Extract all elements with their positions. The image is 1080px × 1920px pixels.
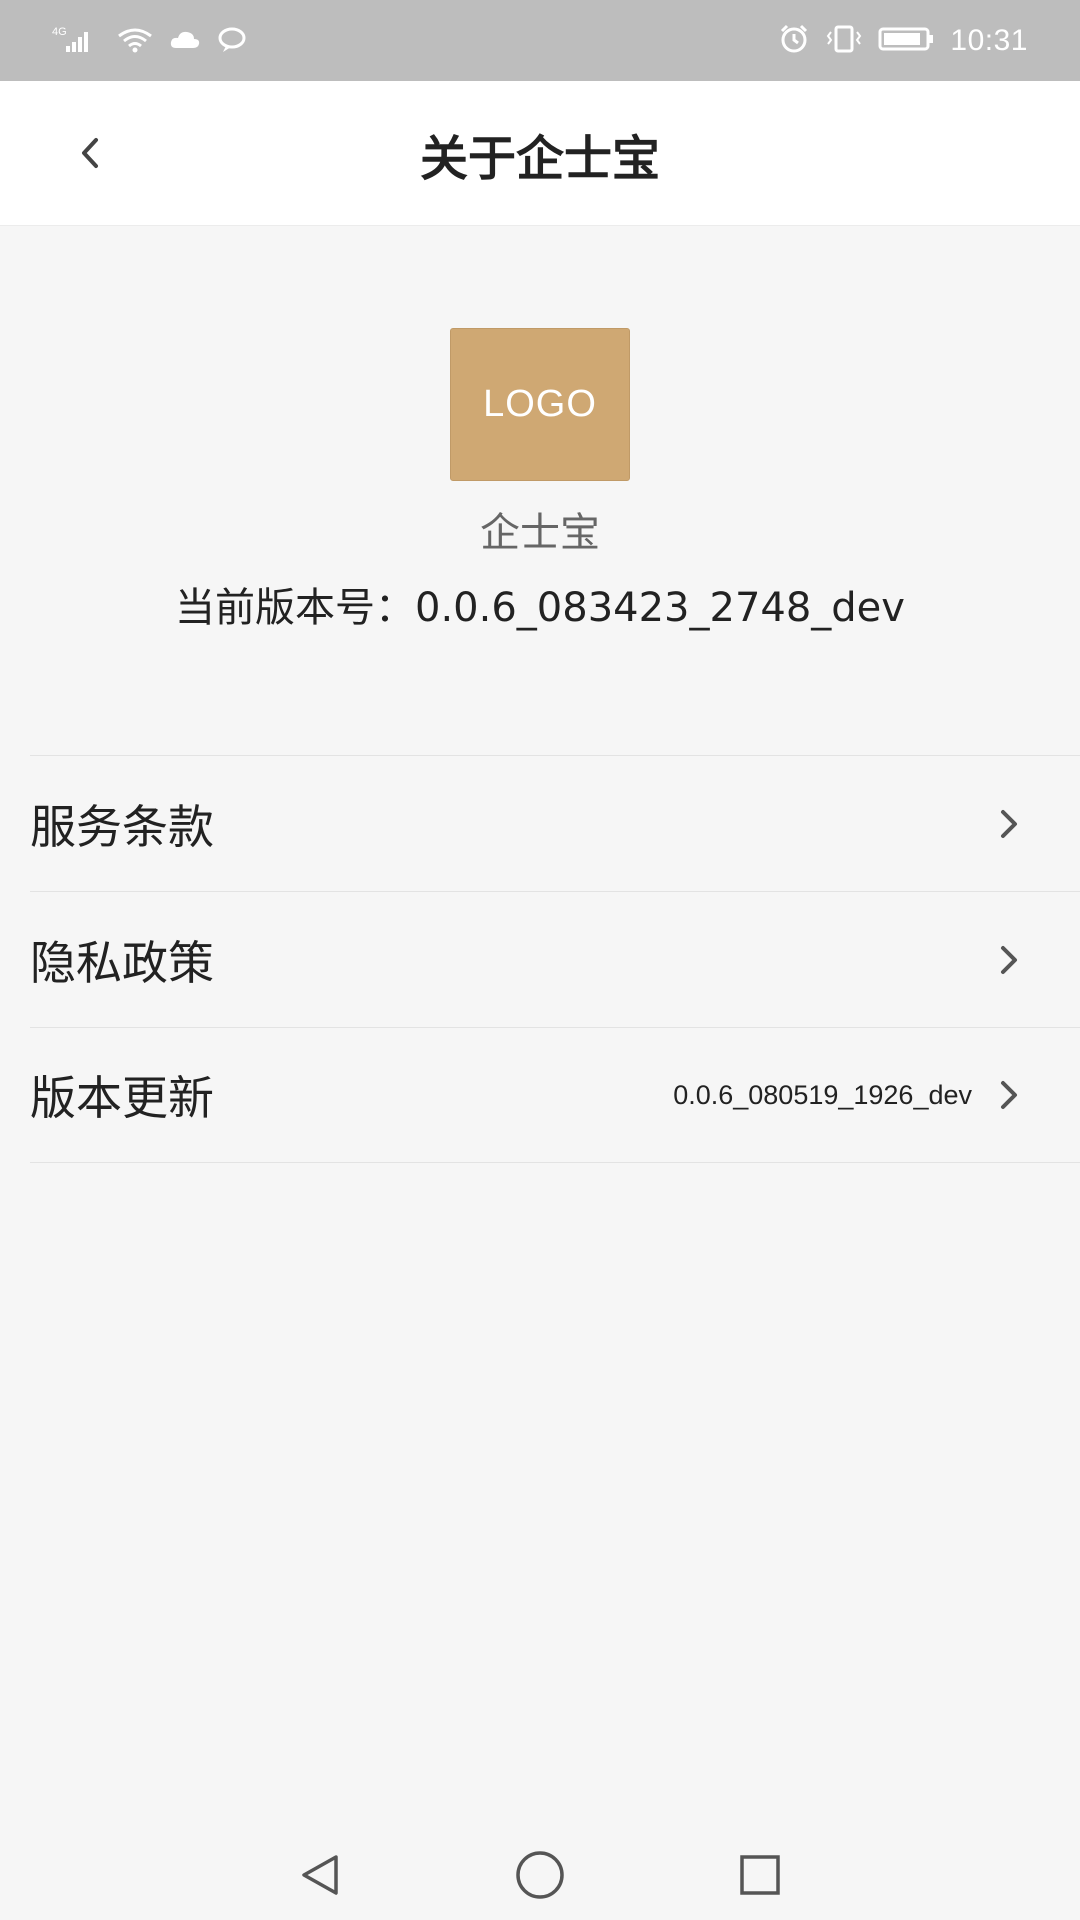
chat-icon xyxy=(216,24,250,58)
alarm-icon xyxy=(778,23,810,59)
status-time: 10:31 xyxy=(950,23,1028,57)
version-update-item[interactable]: 版本更新 0.0.6_080519_1926_dev xyxy=(30,1027,1080,1163)
app-logo: LOGO xyxy=(450,328,630,481)
version-label: 当前版本号： xyxy=(175,585,416,631)
chevron-right-icon xyxy=(1001,809,1017,838)
back-triangle-icon xyxy=(302,1855,338,1895)
menu-item-label: 隐私政策 xyxy=(30,935,214,990)
status-right: 10:31 xyxy=(778,23,1028,59)
wifi-icon xyxy=(116,24,154,58)
current-version: 当前版本号：0.0.6_083423_2748_dev xyxy=(0,575,1080,633)
app-name: 企士宝 xyxy=(480,510,600,556)
chevron-right-icon xyxy=(1001,1081,1017,1109)
signal-icon: 4G xyxy=(50,24,102,58)
terms-of-service-item[interactable]: 服务条款 xyxy=(30,755,1080,891)
menu-item-label: 服务条款 xyxy=(30,799,214,854)
nav-recents-button[interactable] xyxy=(736,1851,784,1899)
menu-item-right xyxy=(996,942,1022,978)
latest-version-value: 0.0.6_080519_1926_dev xyxy=(673,1079,972,1110)
settings-list: 服务条款 隐私政策 版本更新 0.0.6_080519_1926_dev xyxy=(30,755,1080,1163)
nav-back-button[interactable] xyxy=(296,1851,344,1899)
nav-home-button[interactable] xyxy=(514,1849,566,1901)
system-navigation-bar xyxy=(0,1830,1080,1920)
cloud-icon xyxy=(168,24,202,58)
status-left: 4G xyxy=(50,24,250,58)
privacy-policy-item[interactable]: 隐私政策 xyxy=(30,891,1080,1027)
version-value: 0.0.6_083423_2748_dev xyxy=(415,585,905,631)
menu-item-right: 0.0.6_080519_1926_dev xyxy=(673,1077,1022,1113)
battery-icon xyxy=(878,24,936,58)
menu-item-label: 版本更新 xyxy=(30,1071,214,1125)
vibrate-icon xyxy=(824,23,864,59)
status-bar: 4G 10:31 xyxy=(0,0,1080,81)
menu-item-right xyxy=(996,806,1022,842)
home-circle-icon xyxy=(516,1851,564,1899)
page-title: 关于企士宝 xyxy=(419,130,660,187)
header-bar: 关于企士宝 xyxy=(0,81,1080,226)
chevron-right-icon xyxy=(1001,945,1017,974)
svg-text:4G: 4G xyxy=(52,26,67,38)
recents-square-icon xyxy=(740,1855,780,1895)
